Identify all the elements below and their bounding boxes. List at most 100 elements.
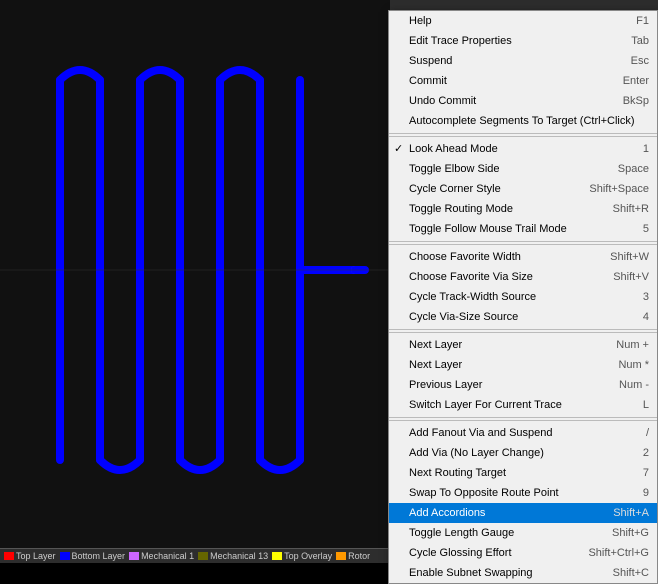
menu-item-toggle-length[interactable]: Toggle Length Gauge Shift+G xyxy=(389,523,657,543)
menu-item-enable-subnet[interactable]: Enable Subnet Swapping Shift+C xyxy=(389,563,657,583)
menu-item-add-fanout[interactable]: Add Fanout Via and Suspend / xyxy=(389,423,657,443)
menu-item-help[interactable]: Help F1 xyxy=(389,11,657,31)
menu-item-cycle-via[interactable]: Cycle Via-Size Source 4 xyxy=(389,307,657,330)
menu-shortcut: 7 xyxy=(643,465,649,481)
menu-label: Suspend xyxy=(409,53,452,69)
menu-label: Previous Layer xyxy=(409,377,482,393)
menu-shortcut: 1 xyxy=(643,141,649,157)
layer-tab[interactable]: Mechanical 1 xyxy=(129,551,194,561)
menu-item-toggle-routing[interactable]: Toggle Routing Mode Shift+R xyxy=(389,199,657,219)
menu-label: Enable Subnet Swapping xyxy=(409,565,533,581)
menu-label: Switch Layer For Current Trace xyxy=(409,397,562,413)
menu-shortcut: Shift+Ctrl+G xyxy=(588,545,649,561)
menu-separator xyxy=(389,244,657,245)
menu-label: Toggle Routing Mode xyxy=(409,201,513,217)
menu-label: Add Via (No Layer Change) xyxy=(409,445,544,461)
menu-item-look-ahead[interactable]: ✓ Look Ahead Mode 1 xyxy=(389,139,657,159)
menu-item-suspend[interactable]: Suspend Esc xyxy=(389,51,657,71)
menu-label: Swap To Opposite Route Point xyxy=(409,485,559,501)
menu-item-choose-via[interactable]: Choose Favorite Via Size Shift+V xyxy=(389,267,657,287)
menu-label: Look Ahead Mode xyxy=(409,141,498,157)
pcb-svg xyxy=(0,0,390,548)
menu-item-prev-layer[interactable]: Previous Layer Num - xyxy=(389,375,657,395)
menu-item-cycle-gloss[interactable]: Cycle Glossing Effort Shift+Ctrl+G xyxy=(389,543,657,563)
menu-item-edit-trace[interactable]: Edit Trace Properties Tab xyxy=(389,31,657,51)
menu-item-add-via[interactable]: Add Via (No Layer Change) 2 xyxy=(389,443,657,463)
menu-shortcut: 5 xyxy=(643,221,649,237)
menu-shortcut: 2 xyxy=(643,445,649,461)
menu-shortcut: Enter xyxy=(623,73,649,89)
menu-shortcut: Shift+G xyxy=(612,525,649,541)
menu-item-next-routing[interactable]: Next Routing Target 7 xyxy=(389,463,657,483)
menu-shortcut: 4 xyxy=(643,309,649,325)
layer-color-indicator xyxy=(336,552,346,560)
menu-shortcut: Num - xyxy=(619,377,649,393)
menu-shortcut: Shift+W xyxy=(610,249,649,265)
menu-item-switch-layer[interactable]: Switch Layer For Current TraceL xyxy=(389,395,657,418)
menu-item-cycle-corner[interactable]: Cycle Corner StyleShift+Space xyxy=(389,179,657,199)
menu-label: Add Accordions xyxy=(409,505,485,521)
menu-shortcut: Shift+C xyxy=(613,565,649,581)
layer-name: Mechanical 13 xyxy=(210,551,268,561)
layer-tab[interactable]: Rotor xyxy=(336,551,370,561)
menu-item-toggle-follow[interactable]: Toggle Follow Mouse Trail Mode 5 xyxy=(389,219,657,242)
menu-item-choose-width[interactable]: Choose Favorite Width Shift+W xyxy=(389,247,657,267)
menu-item-next-layer1[interactable]: Next Layer Num + xyxy=(389,335,657,355)
menu-item-commit[interactable]: CommitEnter xyxy=(389,71,657,91)
menu-label: Help xyxy=(409,13,432,29)
layer-tab[interactable]: Top Layer xyxy=(4,551,56,561)
menu-label: Cycle Track-Width Source xyxy=(409,289,536,305)
layer-color-indicator xyxy=(129,552,139,560)
layer-name: Bottom Layer xyxy=(72,551,126,561)
menu-label: Cycle Via-Size Source xyxy=(409,309,518,325)
layer-name: Mechanical 1 xyxy=(141,551,194,561)
menu-shortcut: Shift+A xyxy=(613,505,649,521)
menu-shortcut: Shift+V xyxy=(613,269,649,285)
menu-label: Edit Trace Properties xyxy=(409,33,512,49)
menu-item-undo-commit[interactable]: Undo CommitBkSp xyxy=(389,91,657,111)
menu-label: Toggle Follow Mouse Trail Mode xyxy=(409,221,567,237)
menu-label: Autocomplete Segments To Target (Ctrl+Cl… xyxy=(409,113,635,129)
menu-shortcut: Shift+Space xyxy=(589,181,649,197)
menu-item-autocomplete[interactable]: Autocomplete Segments To Target (Ctrl+Cl… xyxy=(389,111,657,134)
menu-label: Add Fanout Via and Suspend xyxy=(409,425,553,441)
menu-shortcut: Num * xyxy=(618,357,649,373)
menu-label: Choose Favorite Via Size xyxy=(409,269,533,285)
layer-color-indicator xyxy=(4,552,14,560)
menu-shortcut: Num + xyxy=(616,337,649,353)
menu-shortcut: Shift+R xyxy=(613,201,649,217)
menu-shortcut: Tab xyxy=(631,33,649,49)
checkmark-icon: ✓ xyxy=(394,141,403,157)
menu-shortcut: 3 xyxy=(643,289,649,305)
menu-shortcut: Esc xyxy=(631,53,649,69)
layer-name: Top Layer xyxy=(16,551,56,561)
menu-shortcut: Space xyxy=(618,161,649,177)
menu-label: Undo Commit xyxy=(409,93,476,109)
menu-label: Choose Favorite Width xyxy=(409,249,521,265)
menu-separator xyxy=(389,332,657,333)
layer-color-indicator xyxy=(272,552,282,560)
menu-item-cycle-track[interactable]: Cycle Track-Width Source 3 xyxy=(389,287,657,307)
layer-tab[interactable]: Bottom Layer xyxy=(60,551,126,561)
menu-item-swap-opposite[interactable]: Swap To Opposite Route Point 9 xyxy=(389,483,657,503)
menu-shortcut: 9 xyxy=(643,485,649,501)
menu-label: Toggle Length Gauge xyxy=(409,525,514,541)
layer-color-indicator xyxy=(198,552,208,560)
menu-item-add-accordions[interactable]: Add Accordions Shift+A xyxy=(389,503,657,523)
context-menu: Help F1 Edit Trace Properties Tab Suspend Esc… xyxy=(388,10,658,584)
menu-label: Next Layer xyxy=(409,357,462,373)
menu-label: Toggle Elbow Side xyxy=(409,161,500,177)
menu-item-next-layer2[interactable]: Next Layer Num * xyxy=(389,355,657,375)
menu-separator xyxy=(389,136,657,137)
layer-name: Top Overlay xyxy=(284,551,332,561)
menu-shortcut: F1 xyxy=(636,13,649,29)
pcb-canvas xyxy=(0,0,390,548)
menu-label: Next Routing Target xyxy=(409,465,506,481)
menu-separator xyxy=(389,420,657,421)
menu-shortcut: / xyxy=(646,425,649,441)
layer-tab[interactable]: Mechanical 13 xyxy=(198,551,268,561)
layer-tab[interactable]: Top Overlay xyxy=(272,551,332,561)
menu-item-toggle-elbow[interactable]: Toggle Elbow Side Space xyxy=(389,159,657,179)
menu-label: Cycle Glossing Effort xyxy=(409,545,512,561)
menu-label: Next Layer xyxy=(409,337,462,353)
